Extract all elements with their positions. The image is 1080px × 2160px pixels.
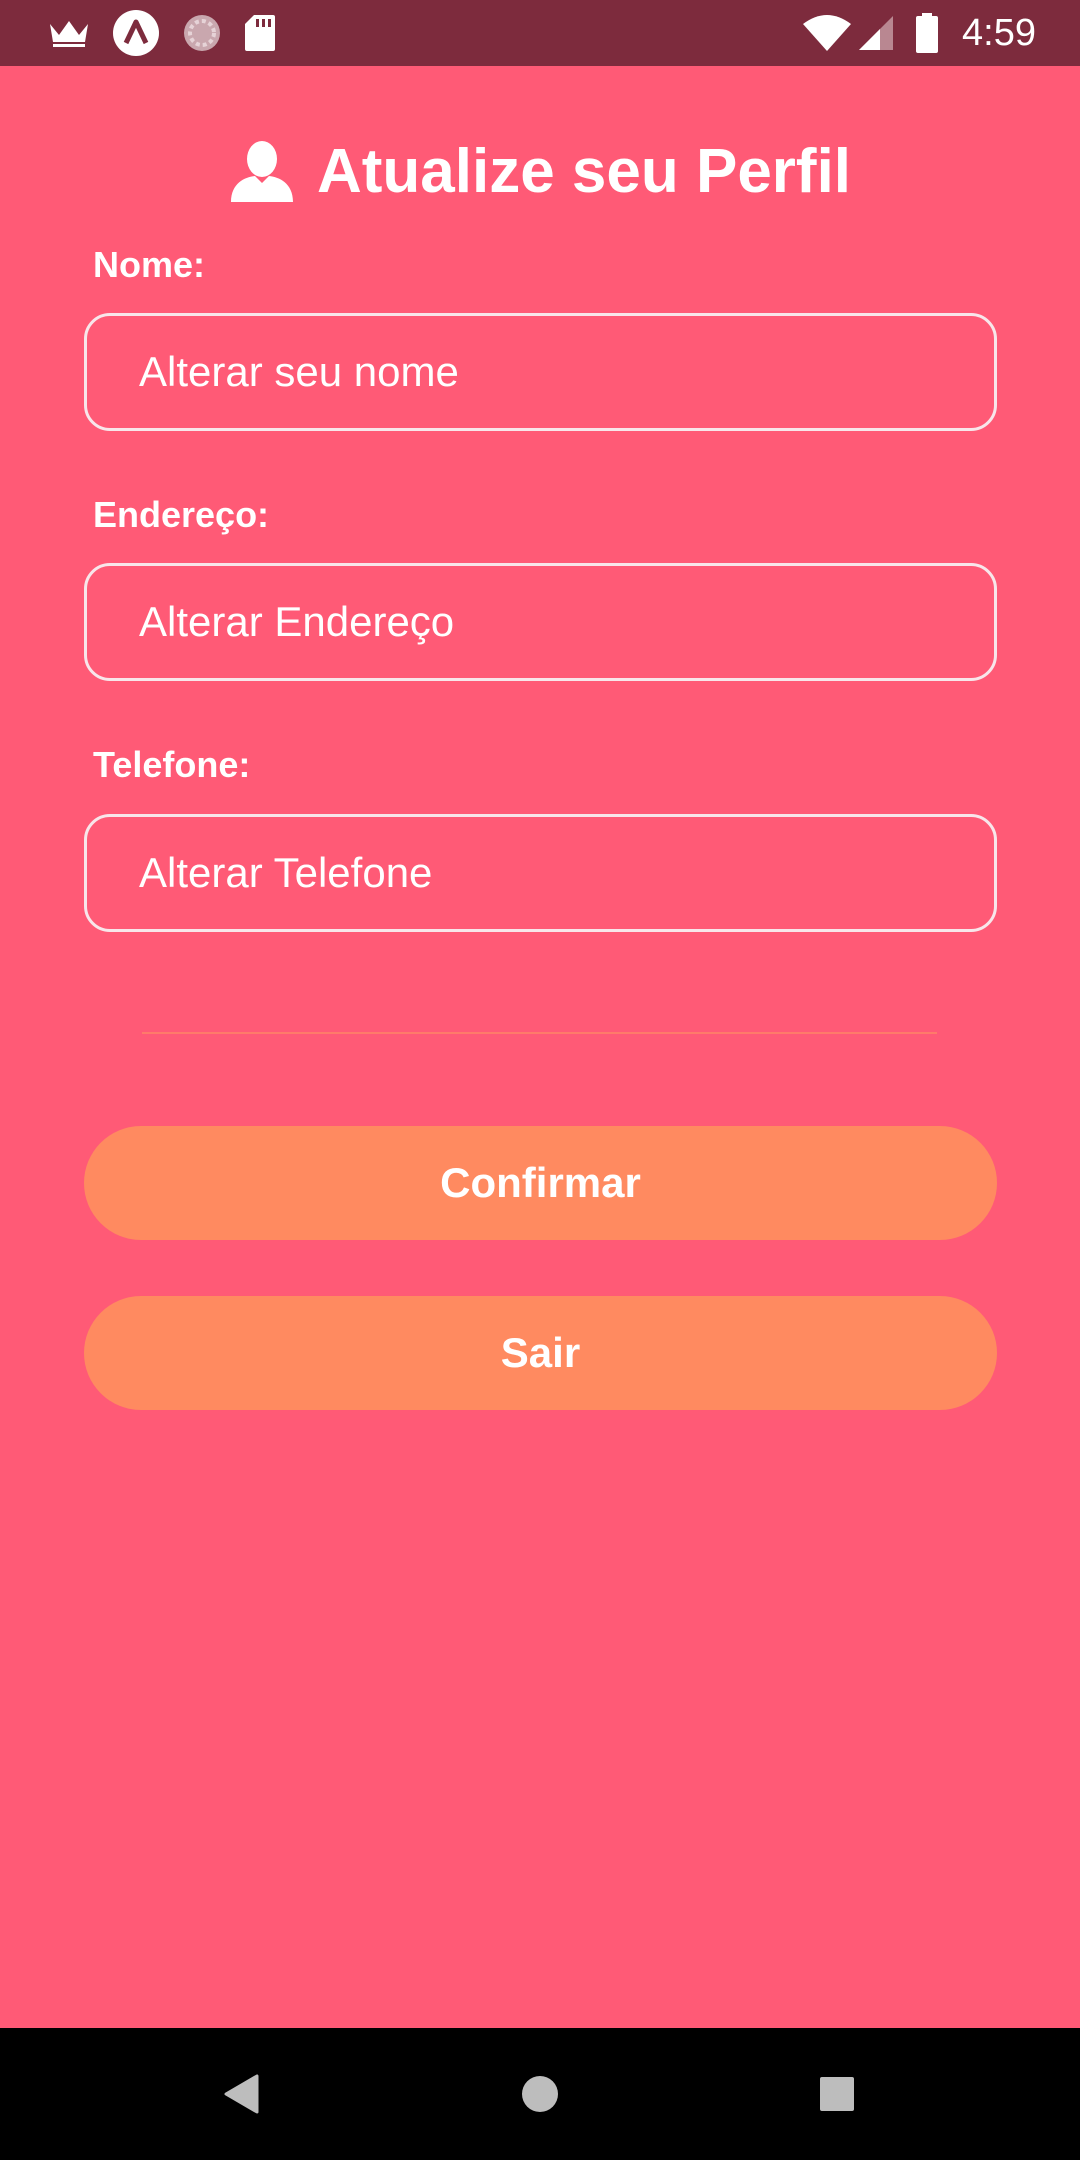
- exit-button[interactable]: Sair: [84, 1296, 997, 1410]
- name-input[interactable]: [84, 313, 997, 431]
- navigation-bar: [0, 2028, 1080, 2160]
- address-input[interactable]: [84, 563, 997, 681]
- back-icon: [223, 2074, 259, 2114]
- app-logo-icon: [112, 9, 160, 57]
- recents-icon: [820, 2077, 854, 2111]
- page-title: Atualize seu Perfil: [316, 136, 852, 206]
- user-icon: [229, 139, 295, 203]
- profile-update-screen: 4:59 Atualize seu Perfil Nome: Endereço:…: [0, 0, 1080, 2160]
- wifi-icon: [802, 14, 852, 52]
- sync-icon: [182, 13, 222, 53]
- address-label: Endereço:: [93, 494, 270, 535]
- form-divider: [142, 1032, 937, 1034]
- home-button[interactable]: [480, 2028, 600, 2160]
- profile-form-panel: Atualize seu Perfil Nome: Endereço: Tele…: [0, 66, 1080, 2028]
- status-bar-clock: 4:59: [962, 11, 1036, 54]
- phone-input[interactable]: [84, 814, 997, 932]
- status-bar-notifications: [48, 0, 298, 66]
- home-icon: [521, 2075, 559, 2113]
- phone-label: Telefone:: [93, 744, 251, 785]
- status-bar: 4:59: [0, 0, 1080, 66]
- back-button[interactable]: [181, 2028, 301, 2160]
- confirm-button[interactable]: Confirmar: [84, 1126, 997, 1240]
- status-bar-system: 4:59: [802, 0, 1036, 66]
- sd-card-icon: [244, 14, 276, 52]
- battery-icon: [916, 13, 939, 53]
- crown-icon: [48, 18, 90, 48]
- name-label: Nome:: [93, 244, 206, 285]
- recents-button[interactable]: [777, 2028, 897, 2160]
- cell-signal-icon: [858, 15, 894, 51]
- page-header: Atualize seu Perfil: [0, 126, 1080, 216]
